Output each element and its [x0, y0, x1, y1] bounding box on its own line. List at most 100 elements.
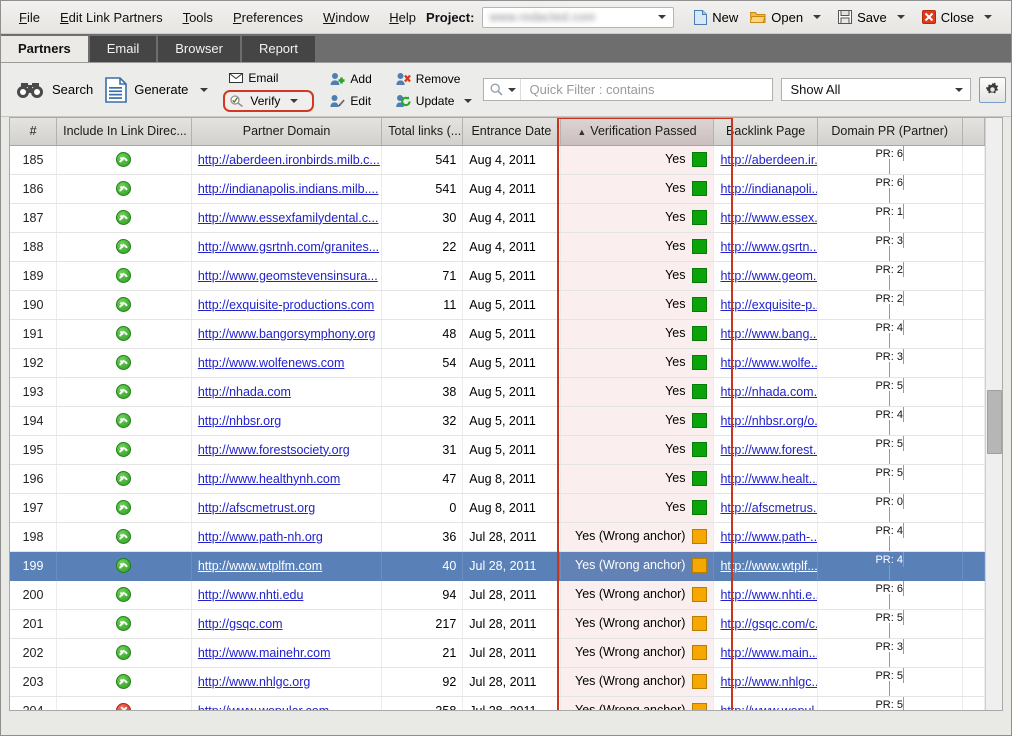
col-header-date[interactable]: Entrance Date [462, 118, 561, 146]
table-row[interactable]: 204 http://www.wopular.com 358 Jul 28, 2011… [10, 696, 985, 710]
partner-domain-link[interactable]: http://aberdeen.ironbirds.milb.c... [198, 153, 380, 167]
partner-domain-link[interactable]: http://indianapolis.indians.milb.... [198, 182, 379, 196]
backlink-page-link[interactable]: http://www.healt... [720, 472, 816, 486]
partner-domain-link[interactable]: http://nhada.com [198, 385, 291, 399]
search-button[interactable]: Search [9, 80, 99, 100]
partner-domain-link[interactable]: http://www.healthynh.com [198, 472, 340, 486]
quick-filter-mode-selector[interactable] [484, 79, 522, 100]
tab-browser[interactable]: Browser [158, 36, 240, 62]
partner-domain-link[interactable]: http://exquisite-productions.com [198, 298, 374, 312]
partner-domain-link[interactable]: http://www.wtplfm.com [198, 559, 322, 573]
add-button[interactable]: Add [324, 69, 377, 89]
table-row[interactable]: 190 http://exquisite-productions.com 11 Aug… [10, 290, 985, 320]
backlink-page-link[interactable]: http://www.forest... [720, 443, 816, 457]
show-all-dropdown[interactable]: Show All [781, 78, 972, 101]
save-project-button[interactable]: Save [832, 7, 916, 28]
table-row[interactable]: 186 http://indianapolis.indians.milb.... 5… [10, 174, 985, 204]
check-circle-icon[interactable] [116, 674, 132, 690]
partner-domain-link[interactable]: http://www.path-nh.org [198, 530, 323, 544]
backlink-page-link[interactable]: http://www.geom... [720, 269, 816, 283]
col-header-num[interactable]: # [10, 118, 58, 146]
menu-item-help[interactable]: Help [379, 6, 426, 29]
backlink-page-link[interactable]: http://www.path-... [720, 530, 816, 544]
close-project-button[interactable]: Close [916, 7, 1003, 28]
table-row[interactable]: 202 http://www.mainehr.com 21 Jul 28, 2011 Y… [10, 638, 985, 668]
backlink-page-link[interactable]: http://nhbsr.org/o... [720, 414, 816, 428]
check-circle-icon[interactable] [116, 442, 132, 458]
table-row[interactable]: 195 http://www.forestsociety.org 31 Aug 5, … [10, 435, 985, 465]
table-row[interactable]: 203 http://www.nhlgc.org 92 Jul 28, 2011 Yes… [10, 667, 985, 697]
new-project-button[interactable]: New [688, 7, 744, 28]
backlink-page-link[interactable]: http://www.wopul... [720, 704, 816, 711]
backlink-page-link[interactable]: http://indianapoli... [720, 182, 816, 196]
partner-domain-link[interactable]: http://gsqc.com [198, 617, 283, 631]
col-header-pr[interactable]: Domain PR (Partner) [817, 118, 963, 146]
check-circle-icon[interactable] [116, 645, 132, 661]
partner-domain-link[interactable]: http://www.nhti.edu [198, 588, 304, 602]
partner-domain-link[interactable]: http://afscmetrust.org [198, 501, 315, 515]
backlink-page-link[interactable]: http://www.gsrtn... [720, 240, 816, 254]
menu-item-edit-link-partners[interactable]: Edit Link Partners [50, 6, 173, 29]
check-circle-icon[interactable] [116, 239, 132, 255]
table-row[interactable]: 198 http://www.path-nh.org 36 Jul 28, 2011 Y… [10, 522, 985, 552]
table-row[interactable]: 185 http://aberdeen.ironbirds.milb.c... 54… [10, 145, 985, 175]
partner-domain-link[interactable]: http://www.gsrtnh.com/granites... [198, 240, 379, 254]
partner-domain-link[interactable]: http://www.forestsociety.org [198, 443, 350, 457]
quick-filter-input[interactable]: Quick Filter : contains [483, 78, 774, 101]
partner-domain-link[interactable]: http://www.wopular.com [198, 704, 329, 711]
partner-domain-link[interactable]: http://www.bangorsymphony.org [198, 327, 376, 341]
check-circle-icon[interactable] [116, 500, 132, 516]
tab-email[interactable]: Email [89, 36, 157, 62]
col-header-backlink[interactable]: Backlink Page [713, 118, 818, 146]
partner-domain-link[interactable]: http://www.mainehr.com [198, 646, 331, 660]
update-button[interactable]: Update [390, 91, 484, 111]
table-row[interactable]: 201 http://gsqc.com 217 Jul 28, 2011 Yes (Wr… [10, 609, 985, 639]
partner-domain-link[interactable]: http://www.nhlgc.org [198, 675, 311, 689]
backlink-page-link[interactable]: http://www.wolfe... [720, 356, 816, 370]
menu-item-preferences[interactable]: Preferences [223, 6, 313, 29]
project-selector[interactable]: www.redacted.com [482, 6, 675, 28]
menu-item-window[interactable]: Window [313, 6, 379, 29]
check-circle-icon[interactable] [116, 210, 132, 226]
col-header-verification[interactable]: ▲ Verification Passed [560, 118, 715, 146]
backlink-page-link[interactable]: http://exquisite-p... [720, 298, 816, 312]
menu-item-tools[interactable]: Tools [173, 6, 223, 29]
partner-domain-link[interactable]: http://www.wolfenews.com [198, 356, 345, 370]
vertical-scrollbar[interactable] [985, 118, 1002, 710]
check-circle-icon[interactable] [116, 587, 132, 603]
backlink-page-link[interactable]: http://www.nhti.e... [720, 588, 816, 602]
check-circle-icon[interactable] [116, 152, 132, 168]
partner-domain-link[interactable]: http://www.essexfamilydental.c... [198, 211, 379, 225]
remove-button[interactable]: Remove [390, 69, 484, 89]
partner-domain-link[interactable]: http://www.geomstevensinsura... [198, 269, 378, 283]
check-circle-icon[interactable] [116, 326, 132, 342]
error-circle-icon[interactable] [116, 703, 132, 710]
col-header-domain[interactable]: Partner Domain [191, 118, 383, 146]
table-row[interactable]: 187 http://www.essexfamilydental.c... 30 Au… [10, 203, 985, 233]
scrollbar-thumb[interactable] [987, 390, 1002, 454]
col-header-include[interactable]: Include In Link Direc... [56, 118, 192, 146]
backlink-page-link[interactable]: http://www.nhlgc.... [720, 675, 816, 689]
backlink-page-link[interactable]: http://aberdeen.ir... [720, 153, 816, 167]
backlink-page-link[interactable]: http://www.bang... [720, 327, 816, 341]
check-circle-icon[interactable] [116, 616, 132, 632]
table-row[interactable]: 196 http://www.healthynh.com 47 Aug 8, 2011… [10, 464, 985, 494]
table-row[interactable]: 200 http://www.nhti.edu 94 Jul 28, 2011 Yes … [10, 580, 985, 610]
table-row[interactable]: 193 http://nhada.com 38 Aug 5, 2011 Yes http:… [10, 377, 985, 407]
backlink-page-link[interactable]: http://gsqc.com/c... [720, 617, 816, 631]
check-circle-icon[interactable] [116, 181, 132, 197]
check-circle-icon[interactable] [116, 471, 132, 487]
check-circle-icon[interactable] [116, 355, 132, 371]
edit-button[interactable]: Edit [324, 91, 377, 111]
tab-partners[interactable]: Partners [1, 36, 88, 62]
backlink-page-link[interactable]: http://www.wtplf... [720, 559, 816, 573]
menu-item-file[interactable]: File [9, 6, 50, 29]
check-circle-icon[interactable] [116, 384, 132, 400]
partner-domain-link[interactable]: http://nhbsr.org [198, 414, 281, 428]
backlink-page-link[interactable]: http://afscmetrus... [720, 501, 816, 515]
tab-report[interactable]: Report [241, 36, 315, 62]
settings-gear-button[interactable] [979, 76, 1007, 103]
table-row[interactable]: 197 http://afscmetrust.org 0 Aug 8, 2011 Yes… [10, 493, 985, 523]
check-circle-icon[interactable] [116, 529, 132, 545]
backlink-page-link[interactable]: http://www.essex... [720, 211, 816, 225]
